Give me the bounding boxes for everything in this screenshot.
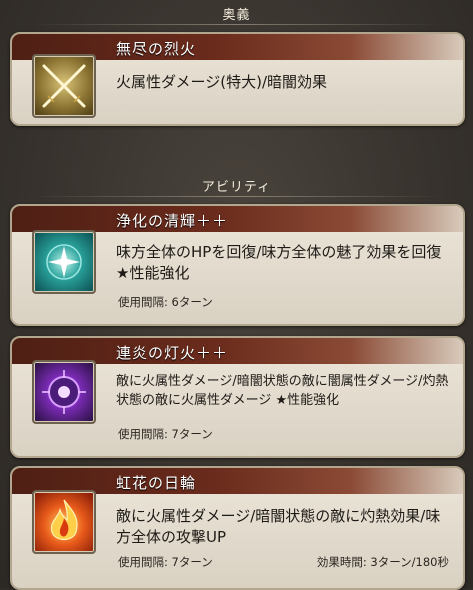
ability-2-cooldown: 使用間隔: 7ターン bbox=[118, 427, 213, 441]
sparkle-heal-icon bbox=[32, 230, 96, 294]
ability-1-cooldown: 使用間隔: 6ターン bbox=[118, 295, 213, 309]
ability-card-1[interactable]: 浄化の清輝＋＋ 味方全体のHPを回復/味方全体の魅了効果を回復 ★性能強化 使用… bbox=[10, 204, 465, 326]
ougi-header-label: 奥義 bbox=[222, 8, 251, 23]
ability-card-3[interactable]: 虹花の日輪 敵に火属性ダメージ/暗闇状態の敵に灼熱効果/味方全体の攻撃UP 使用… bbox=[10, 466, 465, 590]
ability-header-label: アビリティ bbox=[201, 180, 272, 195]
ability-card-2[interactable]: 連炎の灯火＋＋ 敵に火属性ダメージ/暗闇状態の敵に闇属性ダメージ/灼熱状態の敵に… bbox=[10, 336, 465, 458]
ougi-description: 火属性ダメージ(特大)/暗闇効果 bbox=[116, 73, 328, 91]
ability-section-header: アビリティ bbox=[0, 176, 473, 197]
ability-2-title: 連炎の灯火＋＋ bbox=[116, 344, 229, 362]
divider bbox=[30, 196, 443, 197]
ability-1-title: 浄化の清輝＋＋ bbox=[116, 212, 229, 230]
purple-burst-icon bbox=[32, 360, 96, 424]
ability-3-title: 虹花の日輪 bbox=[116, 474, 197, 492]
ougi-title: 無尽の烈火 bbox=[116, 40, 197, 58]
ability-3-effect-duration: 効果時間: 3ターン/180秒 bbox=[316, 555, 449, 569]
ability-3-cooldown: 使用間隔: 7ターン bbox=[118, 555, 213, 569]
ougi-card[interactable]: 無尽の烈火 火属性ダメージ(特大)/暗闇効果 bbox=[10, 32, 465, 126]
ability-2-description: 敵に火属性ダメージ/暗闇状態の敵に闇属性ダメージ/灼熱状態の敵に火属性ダメージ … bbox=[116, 374, 449, 408]
ability-1-description: 味方全体のHPを回復/味方全体の魅了効果を回復 ★性能強化 bbox=[116, 243, 442, 282]
title-bar bbox=[12, 206, 463, 232]
divider bbox=[30, 24, 443, 25]
crossed-swords-icon bbox=[32, 54, 96, 118]
ougi-section-header: 奥義 bbox=[0, 4, 473, 25]
flame-icon bbox=[32, 490, 96, 554]
ability-3-description: 敵に火属性ダメージ/暗闇状態の敵に灼熱効果/味方全体の攻撃UP bbox=[116, 507, 441, 546]
